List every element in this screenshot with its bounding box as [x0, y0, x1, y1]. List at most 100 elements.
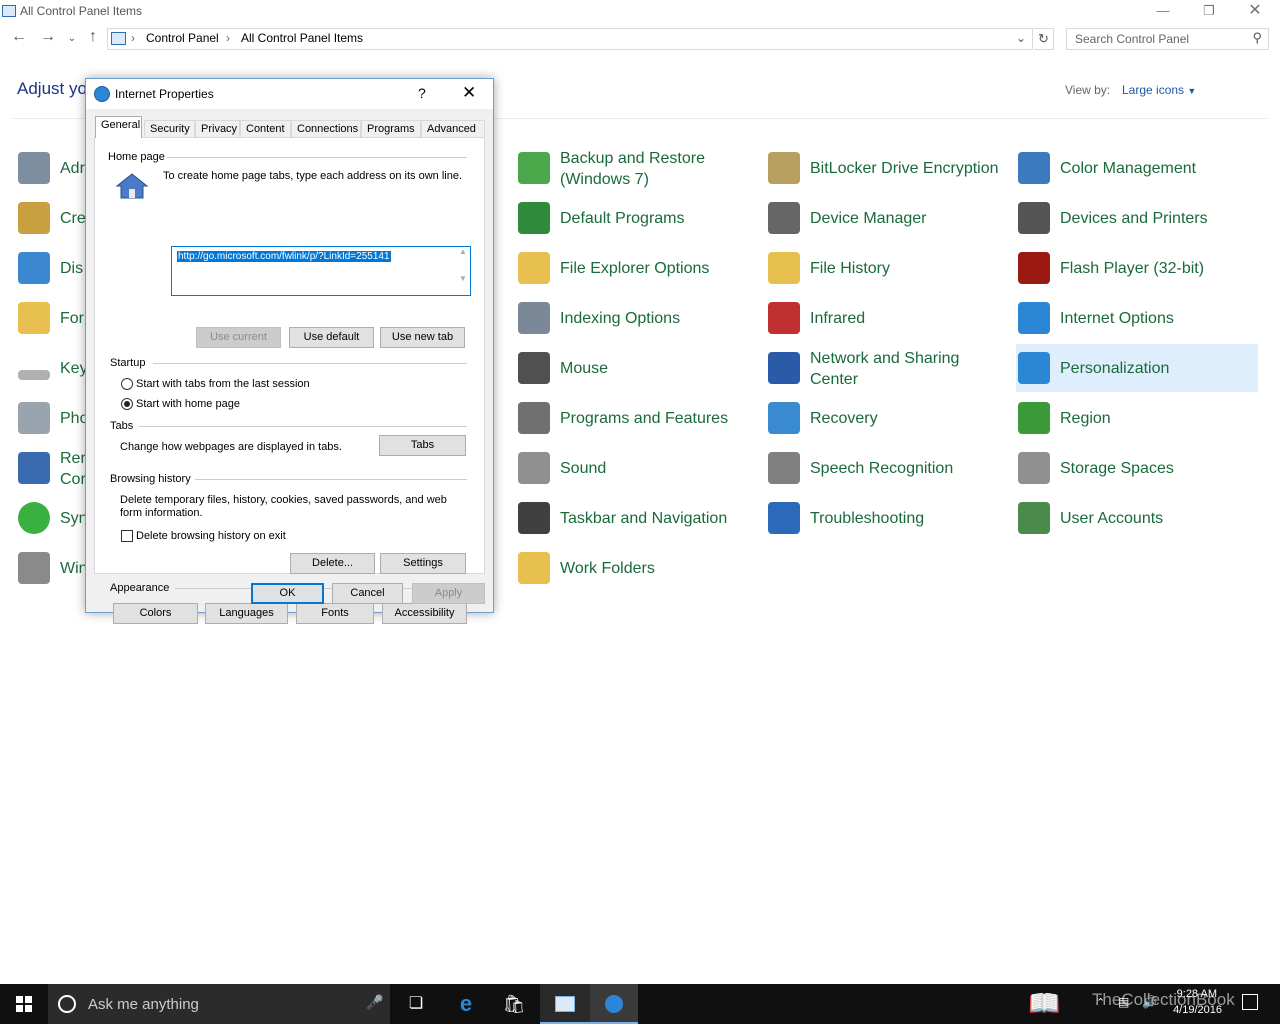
cp-item-region[interactable]: Region: [1016, 394, 1258, 442]
cp-item-default-programs[interactable]: Default Programs: [516, 194, 758, 242]
cp-item-network[interactable]: Network and Sharing Center: [766, 344, 1008, 392]
use-new-tab-button[interactable]: Use new tab: [380, 327, 465, 348]
view-by-dropdown[interactable]: Large icons ▼: [1122, 83, 1196, 97]
start-button[interactable]: [0, 984, 48, 1024]
tabs-button[interactable]: Tabs: [379, 435, 466, 456]
cp-item-user-accounts[interactable]: User Accounts: [1016, 494, 1258, 542]
cortana-search-box[interactable]: Ask me anything 🎤: [48, 984, 390, 1024]
cp-item-label: Infrared: [810, 310, 866, 327]
printer-icon: [1018, 202, 1050, 234]
cp-item-programs-features[interactable]: Programs and Features: [516, 394, 758, 442]
clock-date[interactable]: 4/19/2016: [1160, 1004, 1222, 1016]
window-title: All Control Panel Items: [20, 4, 143, 18]
ok-button[interactable]: OK: [251, 583, 324, 604]
microphone-icon: [768, 452, 800, 484]
textarea-scrollbar[interactable]: ▲ ▼: [456, 247, 470, 295]
volume-tray-icon[interactable]: 🔊: [1142, 995, 1157, 1009]
tab-content[interactable]: Content: [240, 120, 291, 138]
fonts-button[interactable]: Fonts: [296, 603, 374, 624]
delete-button[interactable]: Delete...: [290, 553, 375, 574]
cp-item-indexing[interactable]: Indexing Options: [516, 294, 758, 342]
credential-icon: [18, 202, 50, 234]
home-page-url-textarea[interactable]: http://go.microsoft.com/fwlink/p/?LinkId…: [171, 246, 471, 296]
forward-arrow-icon[interactable]: →: [38, 28, 58, 46]
cp-item-internet-options[interactable]: Internet Options: [1016, 294, 1258, 342]
cp-item-bitlocker[interactable]: BitLocker Drive Encryption: [766, 144, 1008, 192]
display-icon: [18, 252, 50, 284]
cp-item-color-management[interactable]: Color Management: [1016, 144, 1258, 192]
startup-home-page-radio[interactable]: [121, 398, 133, 410]
control-panel-icon: [2, 5, 16, 17]
store-icon[interactable]: 🛍: [490, 984, 538, 1024]
phone-icon: [18, 402, 50, 434]
control-panel-taskbar-icon[interactable]: [540, 984, 590, 1024]
accessibility-button[interactable]: Accessibility: [382, 603, 467, 624]
cp-item-work-folders[interactable]: Work Folders: [516, 544, 758, 592]
minimize-button[interactable]: —: [1140, 0, 1186, 24]
breadcrumb-control-panel[interactable]: Control Panel: [146, 31, 219, 45]
cp-item-taskbar[interactable]: Taskbar and Navigation: [516, 494, 758, 542]
cp-item-recovery[interactable]: Recovery: [766, 394, 1008, 442]
tab-advanced[interactable]: Advanced: [421, 120, 485, 138]
cp-item-backup[interactable]: Backup and Restore (Windows 7): [516, 144, 758, 192]
use-default-button[interactable]: Use default: [289, 327, 374, 348]
clock-time[interactable]: 9:28 AM: [1160, 988, 1217, 1000]
cp-item-label: Work Folders: [560, 560, 655, 577]
tab-connections[interactable]: Connections: [291, 120, 361, 138]
microphone-icon[interactable]: 🎤: [366, 994, 383, 1011]
up-arrow-icon[interactable]: ↑: [83, 28, 103, 46]
dialog-close-icon[interactable]: ✕: [462, 83, 476, 103]
cp-item-device-manager[interactable]: Device Manager: [766, 194, 1008, 242]
file-history-icon: [768, 252, 800, 284]
back-arrow-icon[interactable]: ←: [9, 28, 29, 46]
color-management-icon: [1018, 152, 1050, 184]
region-icon: [1018, 402, 1050, 434]
cancel-button[interactable]: Cancel: [332, 583, 403, 604]
settings-button[interactable]: Settings: [380, 553, 466, 574]
delete-on-exit-checkbox[interactable]: [121, 530, 133, 542]
address-dropdown-icon[interactable]: ⌄: [1016, 31, 1026, 45]
home-page-description: To create home page tabs, type each addr…: [163, 170, 463, 182]
recent-chevron-icon[interactable]: ⌄: [62, 33, 82, 44]
cp-item-troubleshooting[interactable]: Troubleshooting: [766, 494, 1008, 542]
cp-item-label: Speech Recognition: [810, 460, 954, 477]
view-by-label: View by:: [1065, 83, 1111, 97]
cp-item-infrared[interactable]: Infrared: [766, 294, 1008, 342]
startup-last-session-radio[interactable]: [121, 378, 133, 390]
tab-privacy[interactable]: Privacy: [195, 120, 240, 138]
task-view-icon[interactable]: ❏: [392, 984, 440, 1024]
address-bar[interactable]: › Control Panel › All Control Panel Item…: [107, 28, 1033, 50]
action-center-icon[interactable]: [1242, 994, 1258, 1010]
cp-item-folder-options[interactable]: File Explorer Options: [516, 244, 758, 292]
cp-item-sound[interactable]: Sound: [516, 444, 758, 492]
languages-button[interactable]: Languages: [205, 603, 288, 624]
bitlocker-icon: [768, 152, 800, 184]
apply-button[interactable]: Apply: [412, 583, 485, 604]
search-input[interactable]: Search Control Panel ⚲: [1066, 28, 1269, 50]
cp-item-flash[interactable]: Flash Player (32-bit): [1016, 244, 1258, 292]
tray-chevron-icon[interactable]: ⌃: [1096, 996, 1105, 1009]
restore-button[interactable]: ❐: [1186, 0, 1232, 24]
cp-item-file-history[interactable]: File History: [766, 244, 1008, 292]
cp-item-microphone[interactable]: Speech Recognition: [766, 444, 1008, 492]
colors-button[interactable]: Colors: [113, 603, 198, 624]
network-tray-icon[interactable]: ▤: [1118, 995, 1129, 1009]
cp-item-mouse[interactable]: Mouse: [516, 344, 758, 392]
cp-item-storage[interactable]: Storage Spaces: [1016, 444, 1258, 492]
taskbar: Ask me anything 🎤 ❏ e 🛍 📖 TheCollectionB…: [0, 984, 1280, 1024]
tab-general[interactable]: General: [95, 116, 142, 138]
search-icon[interactable]: ⚲: [1252, 30, 1262, 46]
use-current-button[interactable]: Use current: [196, 327, 281, 348]
refresh-icon[interactable]: ↻: [1034, 28, 1054, 50]
tab-security[interactable]: Security: [144, 120, 195, 138]
help-button[interactable]: ?: [418, 85, 426, 101]
close-button[interactable]: ✕: [1232, 0, 1278, 24]
cp-item-printer[interactable]: Devices and Printers: [1016, 194, 1258, 242]
breadcrumb-all-items[interactable]: All Control Panel Items: [241, 31, 363, 45]
cp-item-personalization[interactable]: Personalization: [1016, 344, 1258, 392]
user-accounts-icon: [1018, 502, 1050, 534]
keyboard-icon: [18, 370, 50, 380]
tab-programs[interactable]: Programs: [361, 120, 421, 138]
internet-properties-taskbar-icon[interactable]: [590, 984, 638, 1024]
edge-icon[interactable]: e: [442, 984, 490, 1024]
